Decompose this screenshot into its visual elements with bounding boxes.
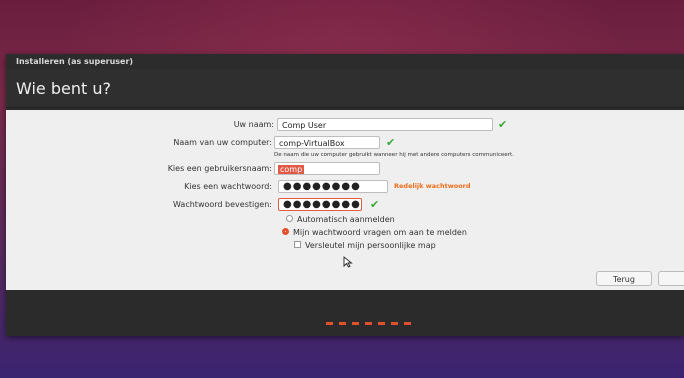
user-form-panel: Uw naam: Comp User ✔ Naam van uw compute… [6,110,684,290]
name-valid-checkmark-icon: ✔ [498,118,508,131]
username-row: Kies een gebruikersnaam: [6,162,272,176]
auto-login-option[interactable]: Automatisch aanmelden [286,214,395,225]
username-selected-text: comp [278,165,305,174]
progress-step [352,322,359,325]
progress-step [404,322,411,325]
back-button[interactable]: Terug [596,271,652,286]
name-label: Uw naam: [233,120,274,129]
window-title: Installeren (as superuser) [6,54,684,69]
password-label: Kies een wachtwoord: [184,182,272,191]
confirm-row: Wachtwoord bevestigen: [6,198,272,212]
computer-input[interactable]: comp-VirtualBox [274,136,380,149]
encrypt-home-checkbox-icon[interactable] [294,241,301,248]
password-input[interactable]: ●●●●●●●● [278,180,388,193]
confirm-password-input[interactable]: ●●●●●●●● [278,198,362,211]
confirm-label: Wachtwoord bevestigen: [173,200,272,209]
progress-step [365,322,372,325]
ask-password-radio-icon[interactable] [282,228,289,235]
continue-button[interactable] [658,271,684,286]
name-input[interactable]: Comp User [277,118,493,131]
progress-step [339,322,346,325]
confirm-valid-checkmark-icon: ✔ [370,198,380,211]
page-title: Wie bent u? [16,79,111,98]
auto-login-label: Automatisch aanmelden [297,215,395,224]
progress-step [378,322,385,325]
password-strength-text: Redelijk wachtwoord [394,182,471,190]
mouse-pointer-icon [343,256,353,268]
username-input[interactable]: comp [274,162,380,175]
computer-valid-checkmark-icon: ✔ [386,136,396,149]
encrypt-home-option[interactable]: Versleutel mijn persoonlijke map [294,240,436,251]
ask-password-label: Mijn wachtwoord vragen om aan te melden [293,228,467,237]
computer-row: Naam van uw computer: [6,136,272,150]
name-row: Uw naam: [6,118,274,132]
username-label: Kies een gebruikersnaam: [167,164,272,173]
computer-label: Naam van uw computer: [173,138,272,147]
progress-step [326,322,333,325]
page-header: Wie bent u? [6,69,684,108]
auto-login-radio-icon[interactable] [286,215,293,222]
installer-footer [6,290,684,336]
progress-step [391,322,398,325]
ask-password-option[interactable]: Mijn wachtwoord vragen om aan te melden [282,227,467,238]
encrypt-home-label: Versleutel mijn persoonlijke map [305,241,436,250]
password-row: Kies een wachtwoord: [6,180,272,194]
computer-hint: De naam die uw computer gebruikt wanneer… [274,152,514,158]
progress-indicator [326,310,417,329]
installer-window: Installeren (as superuser) Wie bent u? U… [6,54,684,336]
